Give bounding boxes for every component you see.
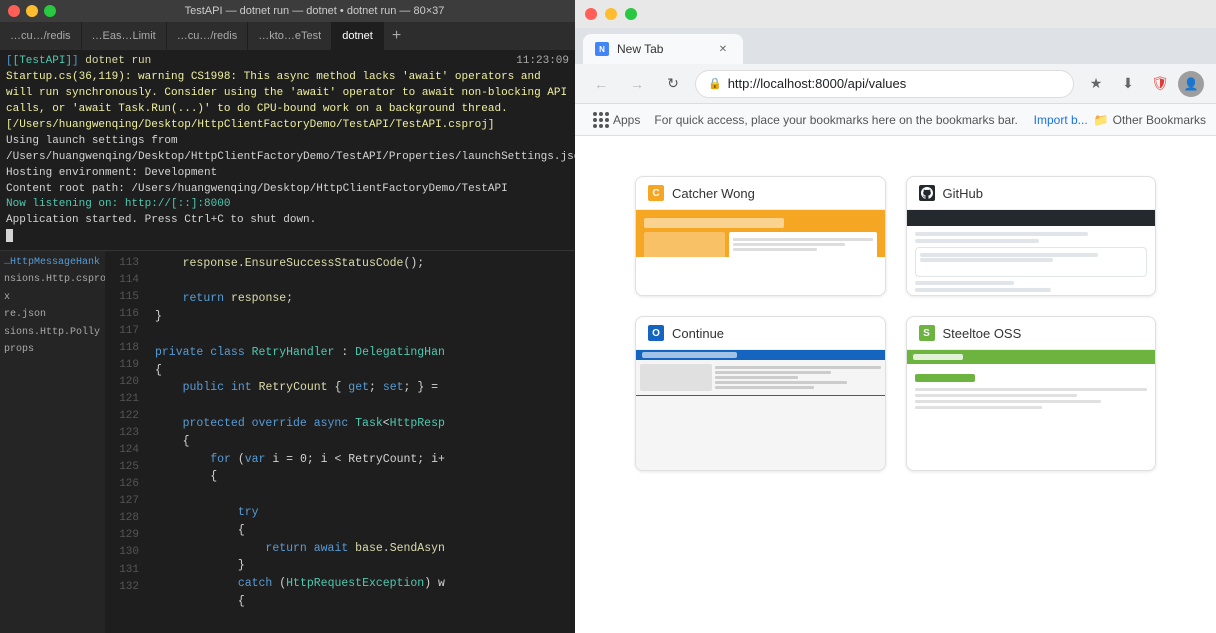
apps-button[interactable]: Apps: [585, 109, 648, 131]
terminal-line-7: Application started. Press Ctrl+C to shu…: [6, 213, 569, 229]
window-title: TestAPI — dotnet run — dotnet • dotnet r…: [62, 5, 567, 17]
reload-button[interactable]: ↻: [659, 70, 687, 98]
editor-tab-4[interactable]: dotnet: [332, 22, 384, 50]
terminal-line-4: Hosting environment: Development: [6, 166, 569, 182]
card-header: S Steeltoe OSS: [907, 317, 1156, 350]
code-line: {: [155, 433, 575, 451]
card-favicon: [919, 185, 935, 201]
code-line: {: [155, 362, 575, 380]
card-header: GitHub: [907, 177, 1156, 210]
code-line: protected override async Task<HttpResp: [155, 415, 575, 433]
terminal-editor-panel: TestAPI — dotnet run — dotnet • dotnet r…: [0, 0, 575, 633]
tab-label: New Tab: [617, 42, 663, 56]
bookmark-card-catcher-wong[interactable]: C Catcher Wong: [635, 176, 886, 296]
shield-icon[interactable]: 🛡: [1146, 70, 1174, 98]
browser-panel: N New Tab ✕ ← → ↻ 🔒 http://localhost:800…: [575, 0, 1216, 633]
code-line: for (var i = 0; i < RetryCount; i+: [155, 451, 575, 469]
code-line: }: [155, 308, 575, 326]
card-favicon: S: [919, 325, 935, 341]
card-header: O Continue: [636, 317, 885, 350]
code-line: {: [155, 468, 575, 486]
terminal-cursor: [6, 229, 13, 242]
terminal-output: [[TestAPI]] dotnet run 11:23:09 Startup.…: [0, 50, 575, 251]
card-preview: [907, 210, 1156, 296]
code-editor: …HttpMessageHank nsions.Http.csproj x re…: [0, 251, 575, 633]
code-line: {: [155, 593, 575, 611]
bookmark-card-github[interactable]: GitHub: [906, 176, 1157, 296]
import-bookmarks-button[interactable]: Import b...: [1034, 113, 1088, 127]
terminal-line-3: Using launch settings from /Users/huangw…: [6, 134, 569, 166]
code-line: [155, 272, 575, 290]
editor-tab-1[interactable]: …Eas…Limit: [82, 22, 167, 50]
terminal-line-warn: Startup.cs(36,119): warning CS1998: This…: [6, 70, 569, 134]
card-favicon: O: [648, 325, 664, 341]
code-line: return response;: [155, 290, 575, 308]
editor-tab-3[interactable]: …kto…eTest: [248, 22, 332, 50]
browser-toolbar: ← → ↻ 🔒 http://localhost:8000/api/values…: [575, 64, 1216, 104]
address-bar[interactable]: 🔒 http://localhost:8000/api/values: [695, 70, 1074, 98]
browser-tab-newtab[interactable]: N New Tab ✕: [583, 34, 743, 64]
newtab-content: C Catcher Wong: [575, 136, 1216, 633]
other-bookmarks-label: Other Bookmarks: [1113, 113, 1206, 127]
code-line: {: [155, 522, 575, 540]
code-line: return await base.SendAsyn: [155, 540, 575, 558]
code-line: catch (HttpRequestException) w: [155, 575, 575, 593]
bookmarks-hint-text: For quick access, place your bookmarks h…: [654, 113, 1027, 127]
tab-favicon: N: [595, 42, 609, 56]
browser-maximize-button[interactable]: [625, 8, 637, 20]
tab-close-button[interactable]: ✕: [715, 41, 731, 57]
browser-titlebar: [575, 0, 1216, 28]
apps-grid-icon: [593, 112, 609, 128]
card-title: Continue: [672, 326, 724, 341]
url-text: http://localhost:8000/api/values: [728, 76, 907, 91]
forward-button[interactable]: →: [623, 70, 651, 98]
user-avatar[interactable]: 👤: [1178, 71, 1204, 97]
folder-icon: 📁: [1094, 113, 1109, 127]
line-numbers: 113114115116 117118119120 121122123124 1…: [105, 251, 147, 633]
card-title: GitHub: [943, 186, 983, 201]
new-tab-button[interactable]: +: [384, 22, 409, 50]
card-title: Catcher Wong: [672, 186, 755, 201]
editor-tab-0[interactable]: …cu…/redis: [0, 22, 82, 50]
code-line: }: [155, 557, 575, 575]
apps-label: Apps: [613, 113, 640, 127]
code-line: public int RetryCount { get; set; } =: [155, 379, 575, 397]
maximize-button[interactable]: [44, 5, 56, 17]
card-preview: [636, 210, 885, 296]
minimize-button[interactable]: [26, 5, 38, 17]
browser-minimize-button[interactable]: [605, 8, 617, 20]
code-lines: response.EnsureSuccessStatusCode(); retu…: [147, 251, 575, 633]
card-favicon: C: [648, 185, 664, 201]
bookmarks-grid: C Catcher Wong: [635, 176, 1156, 471]
bookmark-card-continue[interactable]: O Continue: [635, 316, 886, 471]
card-preview: [907, 350, 1156, 470]
terminal-line-6: Now listening on: http://[::]:8000: [6, 197, 569, 213]
mac-titlebar: TestAPI — dotnet run — dotnet • dotnet r…: [0, 0, 575, 22]
other-bookmarks-button[interactable]: 📁 Other Bookmarks: [1094, 113, 1206, 127]
card-title: Steeltoe OSS: [943, 326, 1022, 341]
code-line: [155, 486, 575, 504]
bookmark-card-steeltoe[interactable]: S Steeltoe OSS: [906, 316, 1157, 471]
browser-close-button[interactable]: [585, 8, 597, 20]
bookmarks-bar: Apps For quick access, place your bookma…: [575, 104, 1216, 136]
browser-tab-bar: N New Tab ✕: [575, 28, 1216, 64]
bookmark-star-icon[interactable]: ★: [1082, 70, 1110, 98]
code-line: try: [155, 504, 575, 522]
card-preview: [636, 350, 885, 471]
back-button[interactable]: ←: [587, 70, 615, 98]
terminal-line-5: Content root path: /Users/huangwenqing/D…: [6, 182, 569, 198]
lock-icon: 🔒: [708, 77, 722, 90]
file-tree-sidebar: …HttpMessageHank nsions.Http.csproj x re…: [0, 251, 105, 633]
close-button[interactable]: [8, 5, 20, 17]
code-line: response.EnsureSuccessStatusCode();: [155, 255, 575, 273]
code-line: [155, 397, 575, 415]
code-line: private class RetryHandler : DelegatingH…: [155, 344, 575, 362]
browser-toolbar-icons: ★ ⬇ 🛡 👤: [1082, 70, 1204, 98]
download-icon[interactable]: ⬇: [1114, 70, 1142, 98]
code-line: [155, 326, 575, 344]
card-header: C Catcher Wong: [636, 177, 885, 210]
editor-tab-bar: …cu…/redis …Eas…Limit …cu…/redis …kto…eT…: [0, 22, 575, 50]
editor-tab-2[interactable]: …cu…/redis: [167, 22, 249, 50]
